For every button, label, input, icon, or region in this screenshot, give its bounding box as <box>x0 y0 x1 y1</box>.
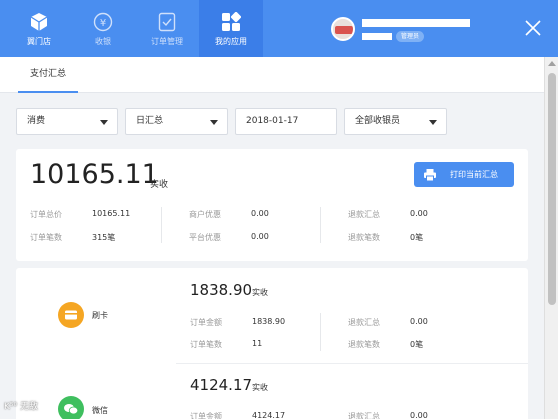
shop-name-redacted <box>362 33 392 40</box>
refund-total-label: 退款汇总 <box>348 210 380 219</box>
order-amount-value: 4124.17 <box>252 411 286 419</box>
svg-text:¥: ¥ <box>100 18 106 29</box>
payment-amount: 4124.17 <box>190 376 253 394</box>
payment-amount: 1838.90 <box>190 281 253 299</box>
nav-cashier[interactable]: ¥ 收银 <box>71 0 135 57</box>
user-name-redacted <box>362 19 470 27</box>
close-button[interactable] <box>522 17 544 39</box>
refund-count-label: 退款笔数 <box>348 340 380 349</box>
close-icon <box>525 20 541 36</box>
order-count-value: 315笔 <box>92 233 116 242</box>
refund-count-label: 退款笔数 <box>348 233 380 242</box>
order-amount-label: 订单金额 <box>190 412 222 419</box>
top-bar: 翼门店 ¥ 收银 订单管理 我的应用 管理员 <box>0 0 558 57</box>
summary-card: 10165.11 实收 打印当前汇总 订单总价 10165.11 订单笔数 31… <box>16 149 528 261</box>
refund-total-value: 0.00 <box>410 209 428 218</box>
date-input[interactable]: 2018-01-17 <box>235 108 337 135</box>
order-amount-value: 1838.90 <box>252 317 286 326</box>
cashier-select[interactable]: 全部收银员 <box>344 108 447 135</box>
period-select[interactable]: 日汇总 <box>125 108 228 135</box>
card-payment-icon <box>58 302 84 328</box>
row-divider <box>176 363 528 364</box>
type-select-value: 消费 <box>27 116 46 126</box>
merchant-discount-value: 0.00 <box>251 209 269 218</box>
apps-grid-icon <box>220 11 242 33</box>
date-input-value: 2018-01-17 <box>246 116 299 126</box>
refund-total-label: 退款汇总 <box>348 412 380 419</box>
platform-discount-value: 0.00 <box>251 232 269 241</box>
order-total-value: 10165.11 <box>92 209 131 218</box>
refund-count-value: 0笔 <box>410 340 424 349</box>
scrollbar-thumb[interactable] <box>548 73 556 305</box>
order-total-label: 订单总价 <box>30 210 62 219</box>
payment-method-name: 刷卡 <box>92 311 108 320</box>
order-count-label: 订单笔数 <box>30 233 62 242</box>
payment-breakdown-card: 刷卡 1838.90 实收 订单金额 1838.90 订单笔数 11 退款汇总 … <box>16 268 528 419</box>
divider <box>161 207 162 243</box>
refund-count-value: 0笔 <box>410 233 424 242</box>
nav-brand[interactable]: 翼门店 <box>7 0 71 57</box>
watermark: K⁵⁰ 无敌 ​​ <box>4 402 41 412</box>
period-select-value: 日汇总 <box>136 116 164 126</box>
total-amount: 10165.11 <box>30 159 159 190</box>
tab-bar: 支付汇总 <box>0 57 544 93</box>
order-count-value: 11 <box>252 339 263 348</box>
cashier-select-value: 全部收银员 <box>355 116 401 126</box>
nav-orders[interactable]: 订单管理 <box>135 0 199 57</box>
nav-label: 订单管理 <box>151 37 183 46</box>
merchant-discount-label: 商户优惠 <box>189 210 221 219</box>
refund-total-value: 0.00 <box>410 411 428 419</box>
payment-amount-unit: 实收 <box>252 383 268 392</box>
yen-circle-icon: ¥ <box>92 11 114 33</box>
print-summary-label: 打印当前汇总 <box>450 170 498 179</box>
printer-icon <box>423 167 437 182</box>
wechat-icon <box>58 396 84 419</box>
divider <box>320 207 321 243</box>
avatar[interactable] <box>331 17 355 41</box>
payment-method-name: 微信 <box>92 406 108 415</box>
total-amount-unit: 实收 <box>150 180 169 190</box>
cube-logo-icon <box>28 11 50 33</box>
nav-label: 翼门店 <box>27 37 51 46</box>
scrollbar[interactable] <box>544 57 558 419</box>
caret-down-icon <box>100 120 108 125</box>
caret-down-icon <box>429 120 437 125</box>
refund-total-label: 退款汇总 <box>348 318 380 327</box>
order-count-label: 订单笔数 <box>190 340 222 349</box>
order-check-icon <box>156 11 178 33</box>
scroll-up-arrow-icon[interactable] <box>548 61 556 66</box>
nav-label: 我的应用 <box>215 37 247 46</box>
nav-my-apps[interactable]: 我的应用 <box>199 0 263 57</box>
type-select[interactable]: 消费 <box>16 108 118 135</box>
divider <box>320 313 321 351</box>
nav-label: 收银 <box>95 37 111 46</box>
tab-payment-summary[interactable]: 支付汇总 <box>18 57 79 93</box>
platform-discount-label: 平台优惠 <box>189 233 221 242</box>
caret-down-icon <box>210 120 218 125</box>
order-amount-label: 订单金额 <box>190 318 222 327</box>
refund-total-value: 0.00 <box>410 317 428 326</box>
payment-amount-unit: 实收 <box>252 288 268 297</box>
role-badge: 管理员 <box>396 31 425 42</box>
print-summary-button[interactable]: 打印当前汇总 <box>414 162 514 187</box>
